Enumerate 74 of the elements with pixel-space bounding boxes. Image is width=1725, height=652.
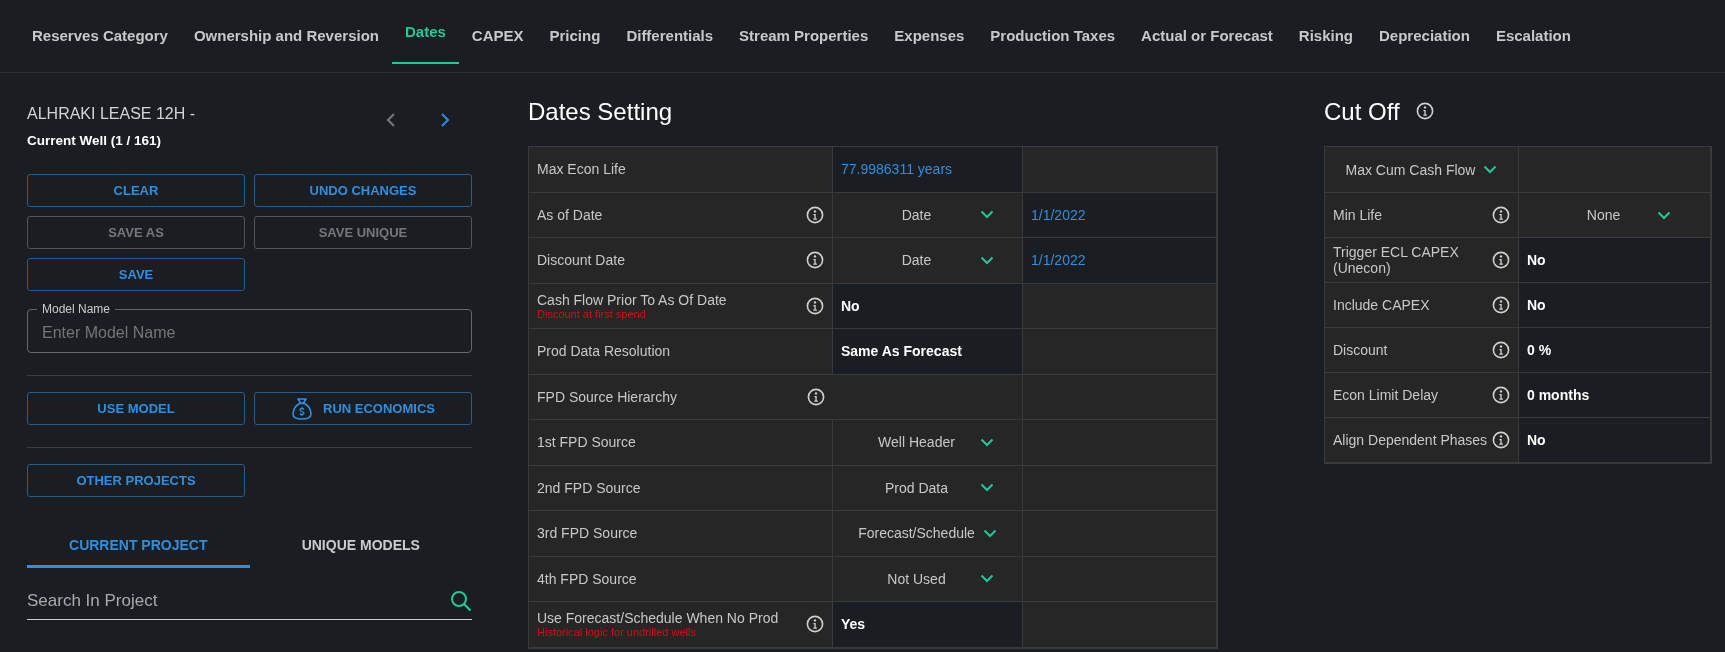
setting-label-cell: 1st FPD Source — [529, 420, 833, 466]
chevron-down-icon — [979, 255, 994, 265]
date-cell[interactable]: 1/1/2022 — [1023, 238, 1217, 284]
chevron-down-icon — [1483, 165, 1498, 174]
setting-label-cell: 2nd FPD Source — [529, 465, 833, 511]
value-cell[interactable]: No — [833, 283, 1023, 329]
well-position: Current Well (1 / 161) — [27, 133, 163, 148]
nav-tab[interactable]: Actual or Forecast — [1128, 0, 1286, 72]
select-field[interactable]: Prod Data — [833, 465, 1023, 511]
info-icon[interactable] — [806, 251, 824, 270]
chevron-right-icon[interactable] — [440, 111, 450, 128]
info-icon[interactable] — [1492, 386, 1510, 404]
info-icon[interactable] — [1492, 296, 1510, 314]
value-cell[interactable]: 0 % — [1519, 328, 1711, 373]
info-icon[interactable] — [806, 615, 824, 634]
nav-tab[interactable]: Production Taxes — [977, 0, 1129, 72]
chevron-down-icon — [982, 528, 997, 538]
nav-tab[interactable]: Depreciation — [1366, 0, 1483, 72]
section-title: Dates Setting — [528, 98, 674, 126]
action-button[interactable]: CLEAR — [27, 174, 245, 207]
nav-tab[interactable]: Ownership and Reversion — [180, 0, 392, 72]
nav-tab[interactable]: Escalation — [1482, 0, 1584, 72]
setting-label-cell: Cash Flow Prior To As Of Date Discount at first spend — [529, 283, 833, 329]
date-cell[interactable]: 1/1/2022 — [1023, 192, 1217, 238]
select-field[interactable]: Forecast/Schedule — [833, 511, 1023, 557]
value-cell[interactable]: Same As Forecast — [833, 329, 1023, 375]
setting-label-cell: Use Forecast/Schedule When No Prod Historical logic for undrilled wells — [529, 602, 833, 648]
value-cell[interactable]: Yes — [833, 602, 1023, 648]
nav-tab[interactable]: Risking — [1285, 0, 1366, 72]
chevron-down-icon — [1656, 210, 1671, 220]
setting-label-cell: FPD Source Hierarchy — [529, 374, 1023, 420]
search-field[interactable]: Search In Project — [27, 582, 472, 620]
info-icon[interactable] — [806, 205, 824, 224]
setting-label-cell: Min Life — [1325, 193, 1519, 238]
nav-tab[interactable]: Pricing — [536, 0, 614, 72]
setting-label-cell: 3rd FPD Source — [529, 511, 833, 557]
value-cell[interactable]: No — [1519, 283, 1711, 328]
info-icon[interactable] — [1415, 101, 1434, 120]
nav-tab[interactable]: Reserves Category — [19, 0, 181, 72]
info-icon[interactable] — [1492, 341, 1510, 359]
nav-tab[interactable]: CAPEX — [458, 0, 537, 72]
value-cell[interactable]: No — [1519, 238, 1711, 283]
well-name: ALHRAKI LEASE 12H - — [27, 105, 197, 123]
chevron-down-icon — [979, 483, 994, 493]
project-tab[interactable]: UNIQUE MODELS — [249, 525, 472, 568]
info-icon[interactable] — [1492, 431, 1510, 449]
value-cell[interactable]: No — [1519, 418, 1711, 463]
action-button[interactable]: USE MODEL — [27, 392, 245, 425]
chevron-down-icon — [979, 210, 994, 220]
chevron-down-icon — [979, 574, 994, 584]
nav-tab[interactable]: Stream Properties — [726, 0, 882, 72]
setting-label-cell: 4th FPD Source — [529, 556, 833, 602]
field-label: Model Name — [37, 302, 116, 316]
nav-tab[interactable]: Expenses — [881, 0, 978, 72]
action-button[interactable]: OTHER PROJECTS — [27, 464, 245, 497]
value-cell[interactable]: 0 months — [1519, 373, 1711, 418]
info-icon[interactable] — [806, 296, 824, 315]
chevron-down-icon — [979, 437, 994, 447]
nav-tab[interactable]: Differentials — [613, 0, 727, 72]
nav-tab[interactable]: Dates — [391, 0, 459, 64]
search-icon[interactable] — [450, 590, 472, 612]
project-tab[interactable]: CURRENT PROJECT — [27, 525, 250, 568]
setting-label-cell: Discount Date — [529, 238, 833, 284]
action-button[interactable]: RUN ECONOMICS — [254, 392, 472, 425]
info-icon[interactable] — [1492, 206, 1510, 224]
section-title: Cut Off — [1324, 98, 1400, 126]
info-icon[interactable] — [807, 387, 825, 406]
select-field[interactable]: Well Header — [833, 420, 1023, 466]
value-cell[interactable]: 77.9986311 years — [833, 147, 1023, 193]
info-icon[interactable] — [1492, 251, 1510, 269]
action-button[interactable]: UNDO CHANGES — [254, 174, 472, 207]
action-button[interactable]: SAVE — [27, 258, 245, 291]
setting-label-cell: As of Date — [529, 192, 833, 238]
criterion-select[interactable]: Max Cum Cash Flow — [1325, 147, 1519, 193]
